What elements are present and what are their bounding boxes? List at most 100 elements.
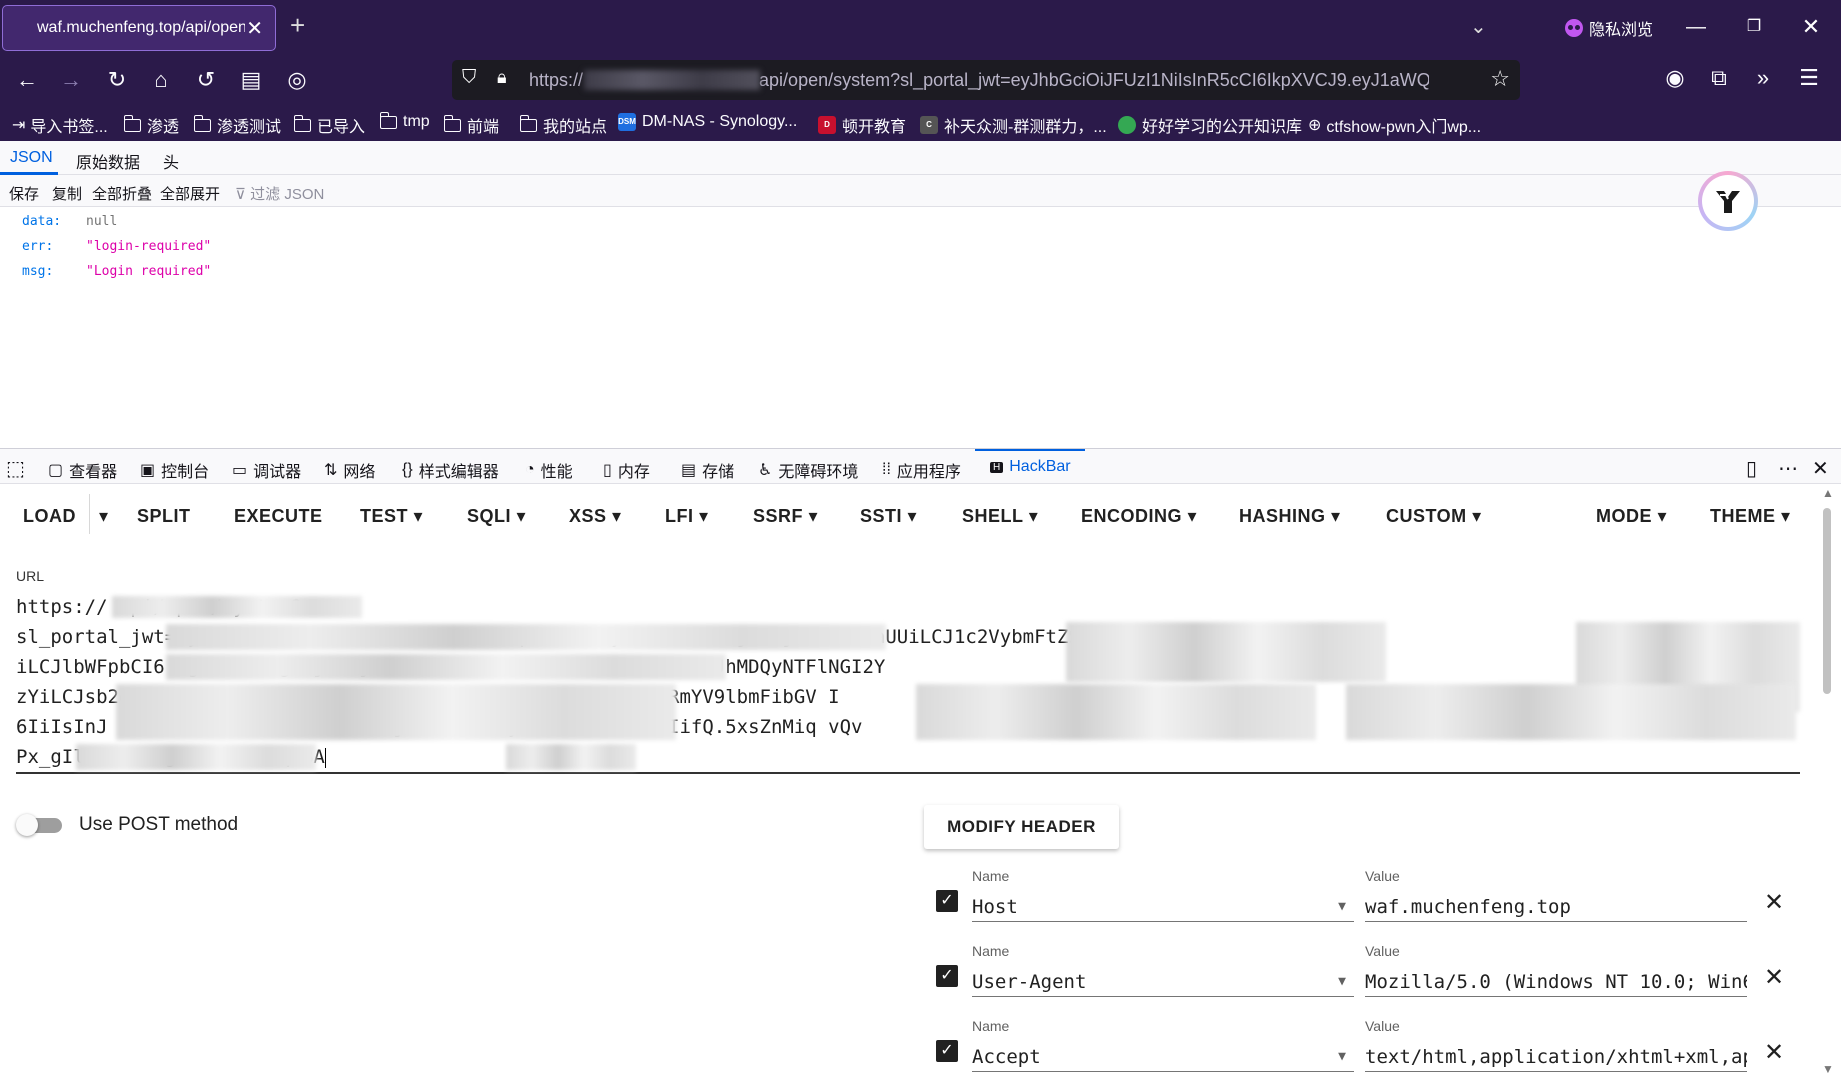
tab-performance[interactable]: ◔ 性能 xyxy=(525,458,573,482)
tab-headers[interactable]: 头 xyxy=(163,149,179,173)
encoding-menu[interactable]: ENCODING ▾ xyxy=(1081,506,1197,527)
minimize-icon[interactable]: — xyxy=(1676,12,1716,42)
json-row-err[interactable]: err: "login-required" xyxy=(22,239,211,254)
header-enabled-checkbox[interactable]: ✓ xyxy=(936,890,958,912)
tab-hackbar[interactable]: H HackBar xyxy=(990,458,1071,476)
save-button[interactable]: 保存 xyxy=(9,183,39,204)
bookmark-item[interactable]: DSM DM-NAS - Synology... xyxy=(618,113,797,131)
tab-memory[interactable]: ▯ 内存 xyxy=(603,458,650,482)
mode-menu[interactable]: MODE ▾ xyxy=(1596,506,1667,527)
element-picker-icon[interactable]: ⬚ xyxy=(6,456,25,481)
split-button[interactable]: SPLIT xyxy=(137,506,191,527)
tab-raw-data[interactable]: 原始数据 xyxy=(76,149,140,173)
bookmark-item[interactable]: 已导入 xyxy=(293,113,365,137)
bookmark-item[interactable]: 我的站点 xyxy=(519,113,607,137)
delete-header-icon[interactable]: ✕ xyxy=(1764,963,1784,992)
bookmark-item[interactable]: 渗透 xyxy=(123,113,179,137)
lock-icon[interactable]: 🔒︎ xyxy=(497,67,507,88)
theme-menu[interactable]: THEME ▾ xyxy=(1710,506,1791,527)
ssrf-menu[interactable]: SSRF ▾ xyxy=(753,506,818,527)
expand-all-button[interactable]: 全部展开 xyxy=(160,183,220,204)
bookmark-item[interactable]: D 顿开教育 xyxy=(818,113,906,137)
header-name-input[interactable]: Accept ▼ xyxy=(972,1042,1354,1072)
reader-icon[interactable]: ▤ xyxy=(236,65,266,95)
modify-header-button[interactable]: MODIFY HEADER xyxy=(924,805,1119,849)
account-icon[interactable]: ◉ xyxy=(1660,65,1690,91)
devtools-close-icon[interactable]: ✕ xyxy=(1812,456,1829,481)
scroll-up-icon[interactable]: ▲ xyxy=(1822,486,1834,500)
json-row-msg[interactable]: msg: "Login required" xyxy=(22,264,211,279)
overflow-icon[interactable]: » xyxy=(1748,65,1778,91)
hashing-menu[interactable]: HASHING ▾ xyxy=(1239,506,1341,527)
collapse-all-button[interactable]: 全部折叠 xyxy=(92,183,152,204)
menu-icon[interactable]: ☰ xyxy=(1794,65,1824,91)
dropdown-arrow-icon[interactable]: ▼ xyxy=(1338,967,1346,997)
browser-tab[interactable]: waf.muchenfeng.top/api/open/sy ✕ xyxy=(2,5,276,51)
bookmark-item[interactable]: tmp xyxy=(379,111,430,131)
tab-console[interactable]: ▣ 控制台 xyxy=(140,458,209,482)
tab-debugger[interactable]: ▭ 调试器 xyxy=(232,458,301,482)
header-enabled-checkbox[interactable]: ✓ xyxy=(936,965,958,987)
tab-network[interactable]: ⇅ 网络 xyxy=(324,458,375,482)
bookmark-item[interactable]: C 补天众测-群测群力，... xyxy=(920,113,1107,137)
delete-header-icon[interactable]: ✕ xyxy=(1764,888,1784,917)
sqli-menu[interactable]: SQLI ▾ xyxy=(467,506,526,527)
lfi-menu[interactable]: LFI ▾ xyxy=(665,506,709,527)
header-name-input[interactable]: User-Agent ▼ xyxy=(972,967,1354,997)
tab-style-editor[interactable]: {} 样式编辑器 xyxy=(402,458,499,482)
tab-application[interactable]: ⁞⁞ 应用程序 xyxy=(882,458,961,482)
tab-inspector[interactable]: ▢ 查看器 xyxy=(48,458,117,482)
restore-icon[interactable]: ❐ xyxy=(1734,12,1774,42)
filter-json-input[interactable]: ⊽ 过滤 JSON xyxy=(235,183,324,204)
copy-button[interactable]: 复制 xyxy=(52,183,82,204)
floating-logo-icon[interactable] xyxy=(1698,171,1758,231)
bookmark-item[interactable]: 渗透测试 xyxy=(193,113,281,137)
header-enabled-checkbox[interactable]: ✓ xyxy=(936,1040,958,1062)
bookmark-item[interactable]: 前端 xyxy=(443,113,499,137)
execute-button[interactable]: EXECUTE xyxy=(234,506,323,527)
load-button[interactable]: LOAD xyxy=(23,506,76,527)
custom-menu[interactable]: CUSTOM ▾ xyxy=(1386,506,1482,527)
tab-json[interactable]: JSON xyxy=(10,149,53,167)
home-icon[interactable]: ⌂ xyxy=(146,65,176,95)
hackbar-scrollbar[interactable]: ▲ ▼ xyxy=(1818,486,1836,1080)
header-value-input[interactable]: Mozilla/5.0 (Windows NT 10.0; Win64; x64… xyxy=(1365,967,1747,997)
plus-icon[interactable]: + xyxy=(290,10,305,41)
header-name-input[interactable]: Host ▼ xyxy=(972,892,1354,922)
window-close-icon[interactable]: ✕ xyxy=(1791,12,1831,42)
reload-icon[interactable]: ↻ xyxy=(102,65,132,95)
header-value-input[interactable]: waf.muchenfeng.top xyxy=(1365,892,1747,922)
scroll-thumb[interactable] xyxy=(1823,508,1831,694)
url-bar[interactable]: ⛉ 🔒︎ https:// api/open/system?sl_portal_j… xyxy=(452,60,1520,100)
delete-header-icon[interactable]: ✕ xyxy=(1764,1038,1784,1067)
json-row-data[interactable]: data: null xyxy=(22,214,117,229)
scroll-down-icon[interactable]: ▼ xyxy=(1822,1062,1834,1076)
close-icon[interactable]: ✕ xyxy=(246,16,263,41)
post-method-toggle[interactable] xyxy=(16,814,64,836)
screenshot-icon[interactable]: ◎ xyxy=(282,65,312,95)
xss-menu[interactable]: XSS ▾ xyxy=(569,506,622,527)
bookmark-item[interactable]: ⊕ ctfshow-pwn入门wp... xyxy=(1308,113,1481,137)
forward-icon[interactable]: → xyxy=(56,65,86,95)
url-textarea[interactable]: https:// api/open/system? sl_portal_jwt=… xyxy=(16,592,1800,774)
chevron-down-icon[interactable]: ⌄ xyxy=(1470,14,1487,39)
shell-menu[interactable]: SHELL ▾ xyxy=(962,506,1038,527)
dropdown-arrow-icon[interactable]: ▼ xyxy=(1338,892,1346,922)
header-value-input[interactable]: text/html,application/xhtml+xml,applicat… xyxy=(1365,1042,1747,1072)
history-icon[interactable]: ↺ xyxy=(191,65,221,95)
tab-storage[interactable]: ▤ 存储 xyxy=(681,458,734,482)
dropdown-arrow-icon[interactable]: ▼ xyxy=(1338,1042,1346,1072)
back-icon[interactable]: ← xyxy=(12,65,42,95)
bookmark-item[interactable]: 好好学习的公开知识库 xyxy=(1118,113,1302,137)
bookmark-item[interactable]: ⇥ 导入书签... xyxy=(12,113,108,137)
tab-accessibility[interactable]: ♿︎ 无障碍环境 xyxy=(758,458,858,482)
ssti-menu[interactable]: SSTI ▾ xyxy=(860,506,917,527)
dock-side-icon[interactable]: ▯ xyxy=(1746,456,1757,481)
star-icon[interactable]: ☆ xyxy=(1490,66,1510,92)
extensions-icon[interactable]: ⧉ xyxy=(1704,65,1734,91)
shield-icon[interactable]: ⛉ xyxy=(462,67,476,89)
load-dropdown-icon[interactable]: ▾ xyxy=(99,506,109,527)
header-value-label: Value xyxy=(1365,943,1400,959)
devtools-options-icon[interactable]: ⋯ xyxy=(1778,456,1798,481)
test-menu[interactable]: TEST ▾ xyxy=(360,506,423,527)
